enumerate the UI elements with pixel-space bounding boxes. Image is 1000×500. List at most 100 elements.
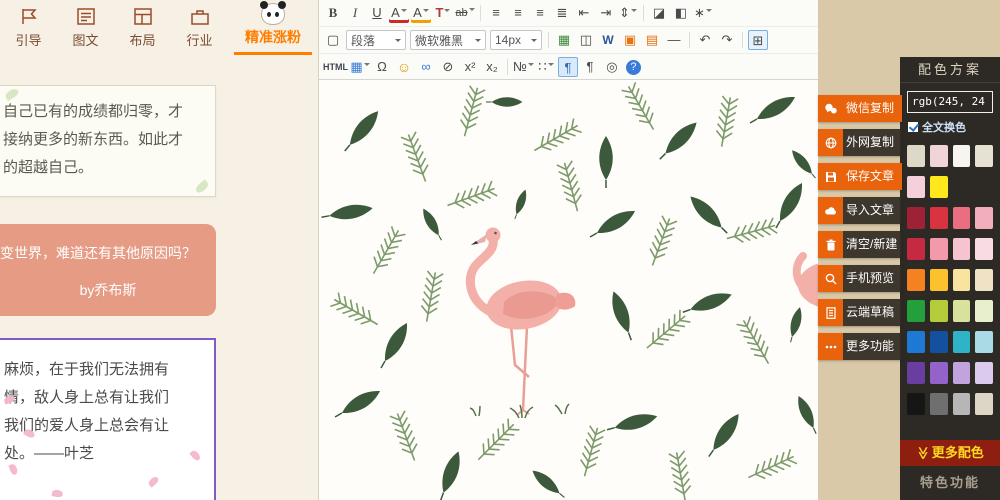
color-swatch[interactable] bbox=[907, 238, 925, 260]
indent-button[interactable]: ⇥ bbox=[596, 3, 616, 23]
nav-item-guide[interactable]: 引导 bbox=[0, 0, 57, 55]
color-swatch[interactable] bbox=[975, 145, 993, 167]
align-justify-button[interactable]: ≣ bbox=[552, 3, 572, 23]
phone-preview-button[interactable]: 手机预览 bbox=[818, 265, 902, 292]
autoformat-button[interactable]: ∗ bbox=[693, 3, 713, 23]
color-swatch[interactable] bbox=[907, 176, 925, 198]
redo-button[interactable]: ↷ bbox=[717, 30, 737, 50]
color-swatch[interactable] bbox=[953, 300, 971, 322]
ordered-list-button[interactable]: № bbox=[513, 57, 534, 77]
color-swatch[interactable] bbox=[907, 207, 925, 229]
color-swatch[interactable] bbox=[953, 362, 971, 384]
line-height-button[interactable]: ⇕ bbox=[618, 3, 638, 23]
font-size-select[interactable]: 14px bbox=[490, 30, 542, 50]
color-swatch[interactable] bbox=[907, 331, 925, 353]
find-replace-button[interactable]: ◎ bbox=[602, 57, 622, 77]
highlight-color-button[interactable]: A bbox=[411, 3, 431, 23]
paragraph-select[interactable]: 段落 bbox=[346, 30, 406, 50]
color-swatch[interactable] bbox=[975, 362, 993, 384]
color-swatch[interactable] bbox=[975, 300, 993, 322]
font-family-select[interactable]: 微软雅黑 bbox=[410, 30, 486, 50]
color-swatch[interactable] bbox=[953, 393, 971, 415]
fan-growth-tab[interactable]: 精准涨粉 bbox=[234, 0, 312, 55]
color-swatch[interactable] bbox=[953, 331, 971, 353]
color-swatch[interactable] bbox=[907, 300, 925, 322]
template-card-yeats-quote[interactable]: 麻烦，在于我们无法拥有 情，敌人身上总有让我们 我们的爱人身上总会有让 处。——… bbox=[0, 338, 216, 500]
color-swatch[interactable] bbox=[930, 393, 948, 415]
italic-button[interactable]: I bbox=[345, 3, 365, 23]
fullscreen-button[interactable]: ⊞ bbox=[748, 30, 768, 50]
external-copy-button[interactable]: 外网复制 bbox=[818, 129, 902, 156]
color-swatch[interactable] bbox=[975, 331, 993, 353]
clear-format-button[interactable]: ◪ bbox=[649, 3, 669, 23]
clear-new-button[interactable]: 清空/新建 bbox=[818, 231, 902, 258]
nav-item-layout[interactable]: 布局 bbox=[114, 0, 171, 55]
color-swatch[interactable] bbox=[975, 207, 993, 229]
undo-button[interactable]: ↶ bbox=[695, 30, 715, 50]
color-swatch[interactable] bbox=[930, 269, 948, 291]
more-colors-button[interactable]: ≫更多配色 bbox=[900, 440, 1000, 466]
new-doc-button[interactable]: ▢ bbox=[323, 30, 343, 50]
nav-item-article[interactable]: 图文 bbox=[57, 0, 114, 55]
hr-button[interactable]: — bbox=[664, 30, 684, 50]
special-char-button[interactable]: Ω bbox=[372, 57, 392, 77]
wechat-copy-button[interactable]: 微信复制 bbox=[818, 95, 902, 122]
color-swatch[interactable] bbox=[930, 300, 948, 322]
color-swatch[interactable] bbox=[907, 269, 925, 291]
color-swatch[interactable] bbox=[953, 269, 971, 291]
template-card-jobs-quote[interactable]: 变世界，难道还有其他原因吗？ by乔布斯 bbox=[0, 224, 216, 316]
color-swatch[interactable] bbox=[930, 207, 948, 229]
color-swatch[interactable] bbox=[930, 238, 948, 260]
nav-item-industry[interactable]: 行业 bbox=[171, 0, 228, 55]
strikethrough-button[interactable]: ab bbox=[455, 3, 475, 23]
underline-button[interactable]: U bbox=[367, 3, 387, 23]
help-button[interactable]: ? bbox=[626, 60, 641, 75]
import-article-button[interactable]: 导入文章 bbox=[818, 197, 902, 224]
align-right-button[interactable]: ≡ bbox=[530, 3, 550, 23]
color-swatch[interactable] bbox=[975, 238, 993, 260]
align-left-button[interactable]: ≡ bbox=[486, 3, 506, 23]
emoji-button[interactable]: ☺ bbox=[394, 57, 414, 77]
chevron-down-icon bbox=[395, 39, 401, 45]
color-swatch[interactable] bbox=[907, 145, 925, 167]
color-swatch[interactable] bbox=[953, 207, 971, 229]
special-features-button[interactable]: 特色功能 bbox=[900, 466, 1000, 500]
link-button[interactable]: ∞ bbox=[416, 57, 436, 77]
html-source-button[interactable]: HTML bbox=[323, 57, 348, 77]
format-painter-button[interactable]: ◧ bbox=[671, 3, 691, 23]
color-value-input[interactable]: rgb(245, 24 bbox=[907, 91, 993, 113]
color-swatch[interactable] bbox=[907, 362, 925, 384]
rtl-paragraph-button[interactable]: ¶ bbox=[580, 57, 600, 77]
color-swatch[interactable] bbox=[930, 362, 948, 384]
image-button[interactable]: ▦ bbox=[554, 30, 574, 50]
unlink-button[interactable]: ⊘ bbox=[438, 57, 458, 77]
color-swatch[interactable] bbox=[907, 393, 925, 415]
color-swatch[interactable] bbox=[953, 145, 971, 167]
superscript-button[interactable]: x² bbox=[460, 57, 480, 77]
editor-canvas[interactable] bbox=[319, 80, 819, 500]
screenshot-button[interactable]: ◫ bbox=[576, 30, 596, 50]
material-button[interactable]: ▤ bbox=[642, 30, 662, 50]
bullet-list-button[interactable]: ∷ bbox=[536, 57, 556, 77]
color-swatch[interactable] bbox=[975, 269, 993, 291]
align-center-button[interactable]: ≡ bbox=[508, 3, 528, 23]
more-functions-button[interactable]: 更多功能 bbox=[818, 333, 902, 360]
template-card-quote1[interactable]: 自己已有的成绩都归零，才 接纳更多的新东西。如此才 的超越自己。 bbox=[0, 85, 216, 197]
template-button[interactable]: ▣ bbox=[620, 30, 640, 50]
color-swatch[interactable] bbox=[953, 238, 971, 260]
color-swatch[interactable] bbox=[930, 176, 948, 198]
outdent-button[interactable]: ⇤ bbox=[574, 3, 594, 23]
text-style-button[interactable]: T bbox=[433, 3, 453, 23]
subscript-button[interactable]: x₂ bbox=[482, 57, 502, 77]
table-button[interactable]: ▦ bbox=[350, 57, 370, 77]
font-color-button[interactable]: A bbox=[389, 3, 409, 23]
full-text-recolor-toggle[interactable]: 全文换色 bbox=[908, 119, 992, 135]
save-article-button[interactable]: 保存文章 bbox=[818, 163, 902, 190]
color-swatch[interactable] bbox=[930, 331, 948, 353]
cloud-draft-button[interactable]: 云端草稿 bbox=[818, 299, 902, 326]
word-import-button[interactable]: W bbox=[598, 30, 618, 50]
ltr-paragraph-button[interactable]: ¶ bbox=[558, 57, 578, 77]
color-swatch[interactable] bbox=[975, 393, 993, 415]
color-swatch[interactable] bbox=[930, 145, 948, 167]
bold-button[interactable]: B bbox=[323, 3, 343, 23]
